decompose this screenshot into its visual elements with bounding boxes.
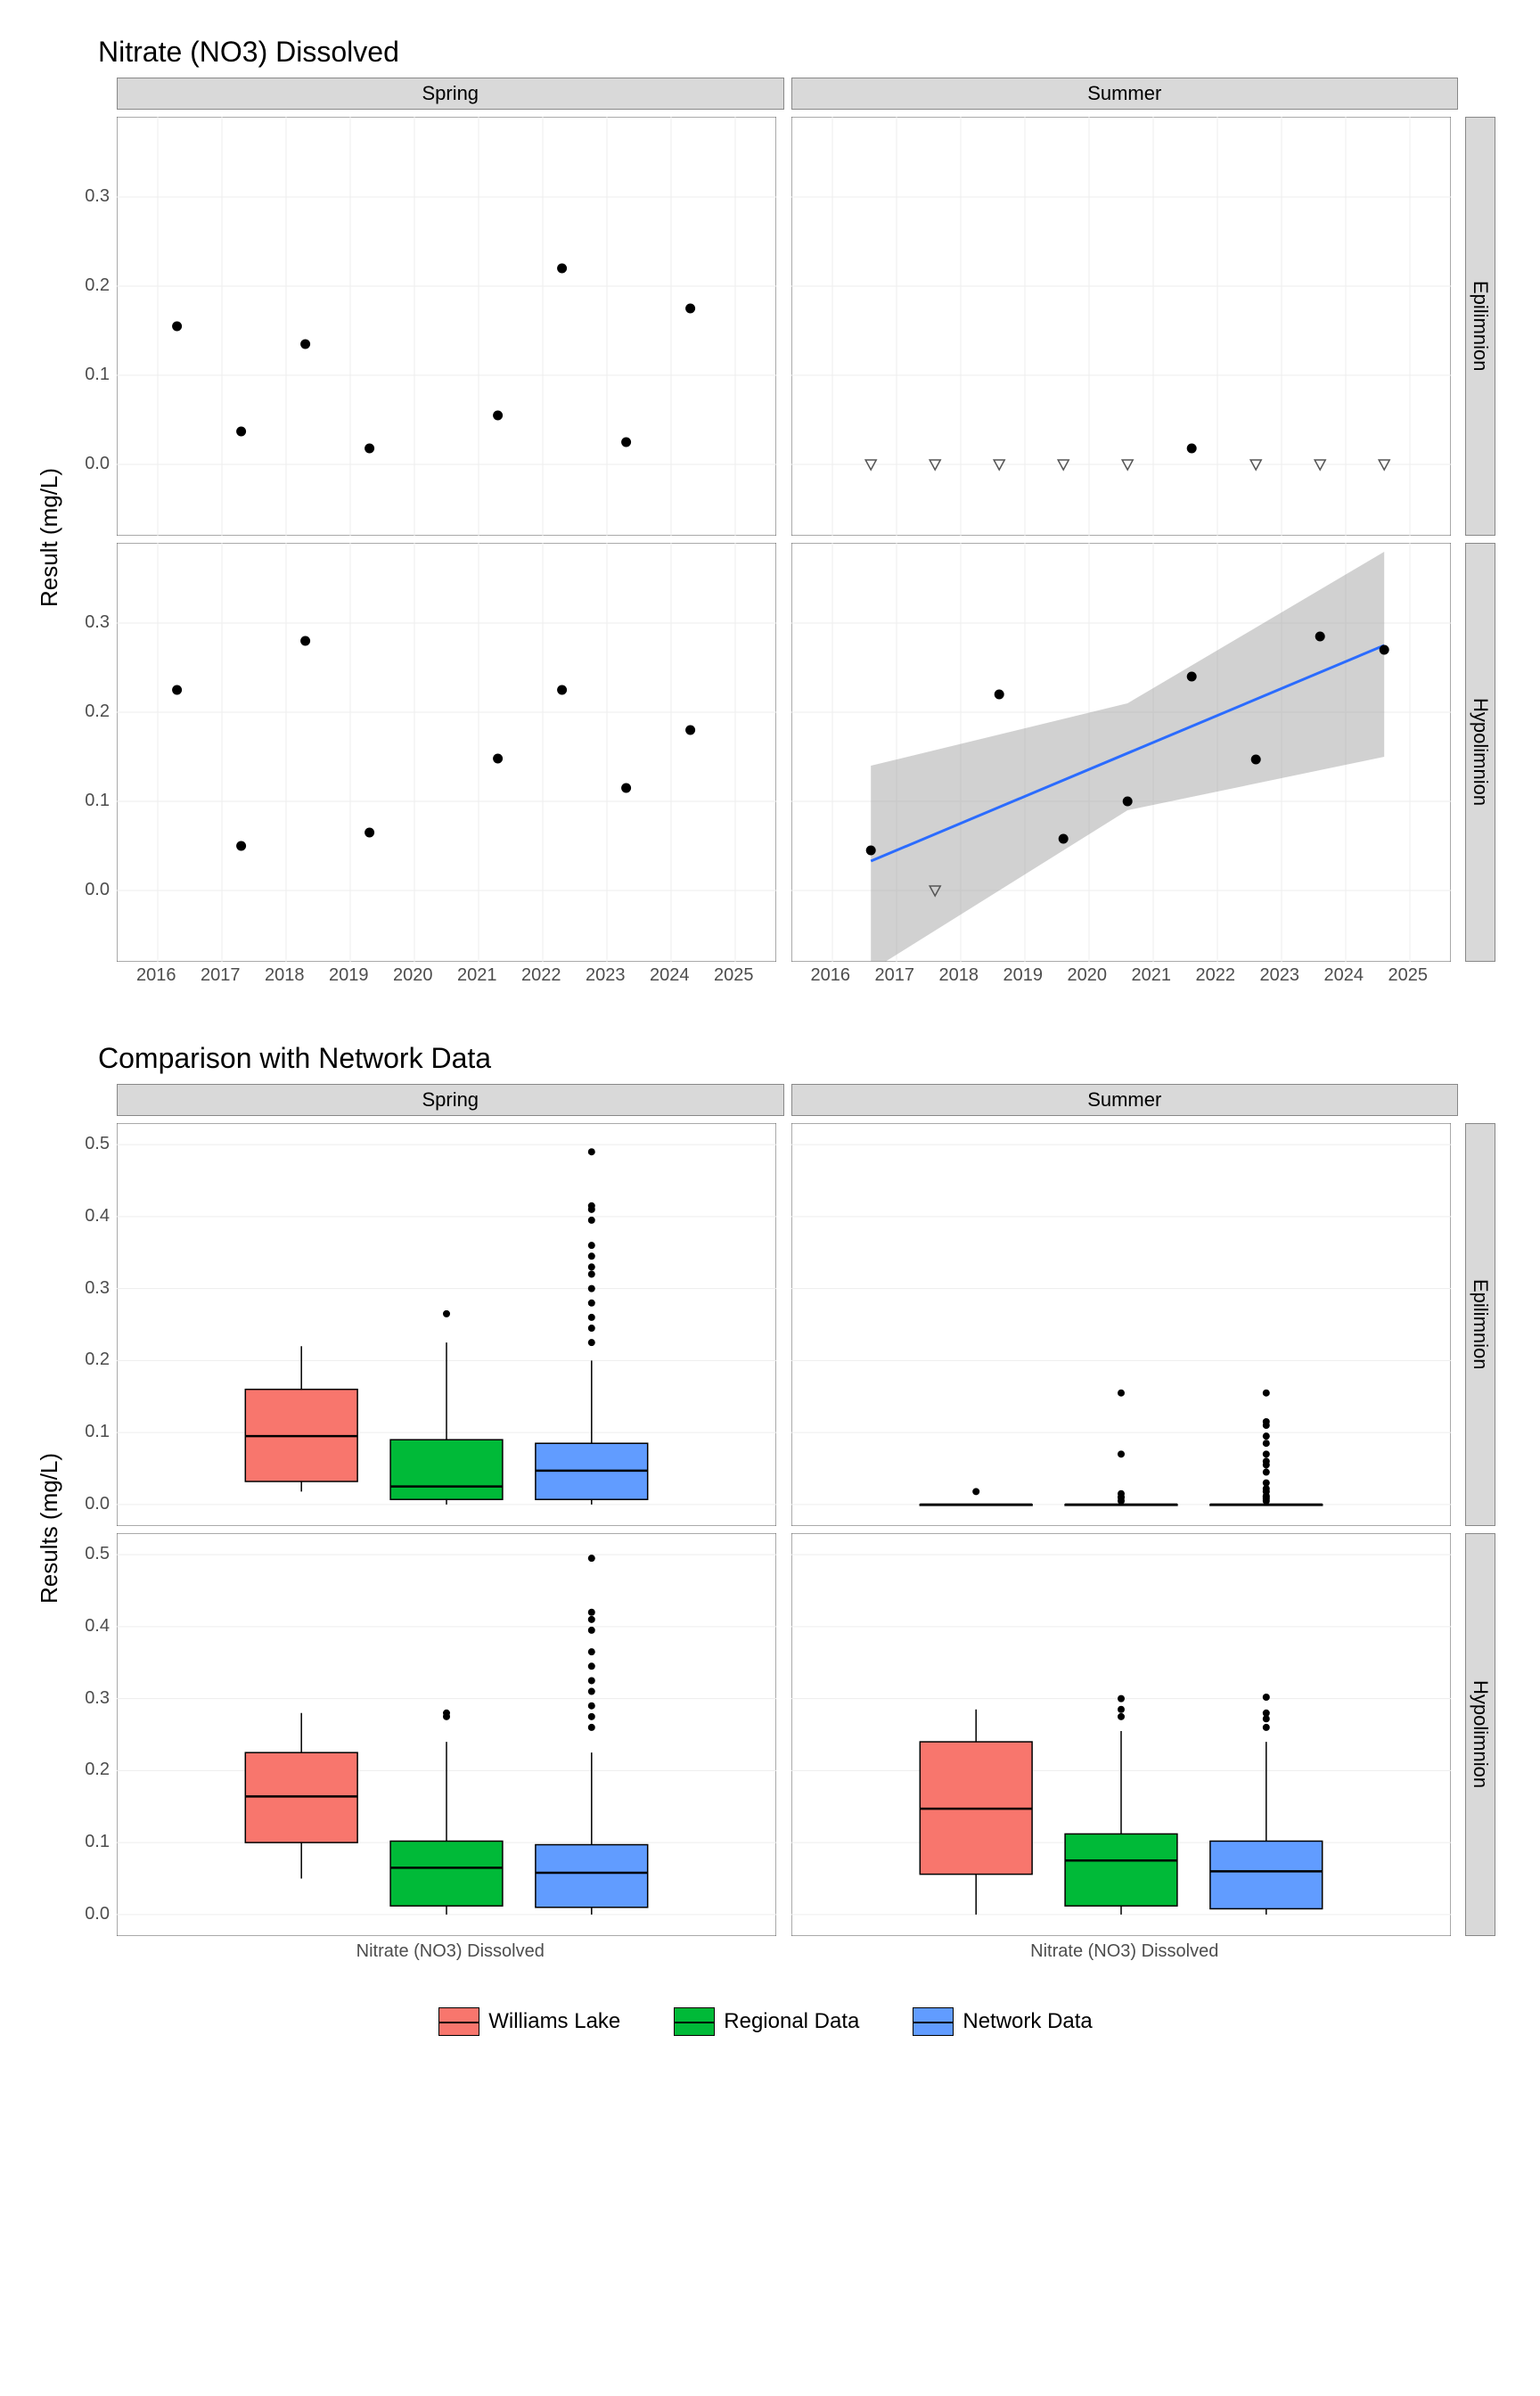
xtick-label: 2020 [1068,965,1108,986]
row-strip: Epilimnion [1465,1123,1495,1526]
ytick-label: 0.3 [85,186,117,207]
col-strip-spring: Spring [117,78,784,110]
ytick-label: 0.1 [85,1422,117,1442]
ytick-label: 0.2 [85,1760,117,1780]
ytick-label: 0.0 [85,454,117,474]
xtick-label: 2016 [811,965,851,986]
scatter-panel [791,543,1451,962]
scatter-title: Nitrate (NO3) Dissolved [98,36,1495,69]
scatter-panel [791,117,1451,536]
xtick-label: 2024 [1324,965,1364,986]
xtick-label: 2017 [201,965,241,986]
xtick-label: 2018 [265,965,305,986]
xtick-label: 2022 [1196,965,1236,986]
legend-item-network: Network Data [913,2007,1092,2036]
legend-item-williams: Williams Lake [438,2007,620,2036]
page-root: Nitrate (NO3) Dissolved Result (mg/L) Sp… [0,0,1540,2396]
xtick-label: 2022 [521,965,561,986]
xtick-label: 2019 [1003,965,1044,986]
xtick-label: 2021 [1132,965,1172,986]
ytick-label: 0.0 [85,1904,117,1924]
legend-item-regional: Regional Data [674,2007,859,2036]
row-strip: Epilimnion [1465,117,1495,536]
xtick-label: 2023 [1260,965,1300,986]
ytick-label: 0.3 [85,612,117,633]
xtick-label: 2018 [939,965,979,986]
box-panel [117,1123,776,1526]
ytick-label: 0.2 [85,275,117,296]
scatter-block: Nitrate (NO3) Dissolved Result (mg/L) Sp… [36,36,1495,997]
box-block: Comparison with Network Data Results (mg… [36,1042,1495,1972]
scatter-ylabel: Result (mg/L) [36,78,63,997]
ytick-label: 0.4 [85,1616,117,1637]
xtick-label: 2024 [650,965,690,986]
ytick-label: 0.0 [85,1494,117,1514]
ytick-label: 0.1 [85,791,117,811]
box-panel [791,1123,1451,1526]
box-ylabel: Results (mg/L) [36,1084,63,1972]
ytick-label: 0.2 [85,1350,117,1370]
col-strip-summer-2: Summer [791,1084,1459,1116]
ytick-label: 0.1 [85,1832,117,1852]
box-panel [791,1533,1451,1936]
xtick-label: 2025 [714,965,754,986]
xtick-label: 2016 [136,965,176,986]
xtick-label: 2021 [457,965,497,986]
row-strip: Hypolimnion [1465,1533,1495,1936]
ytick-label: 0.4 [85,1206,117,1227]
ytick-label: 0.1 [85,365,117,385]
ytick-label: 0.5 [85,1134,117,1154]
box-title: Comparison with Network Data [98,1042,1495,1075]
xtick-label: 2025 [1388,965,1429,986]
ytick-label: 0.3 [85,1278,117,1299]
xtick-label: 2019 [329,965,369,986]
xtick-label: Nitrate (NO3) Dissolved [117,1936,784,1972]
box-panel [117,1533,776,1936]
scatter-panel [117,543,776,962]
col-strip-spring-2: Spring [117,1084,784,1116]
xtick-label: 2020 [393,965,433,986]
ytick-label: 0.5 [85,1544,117,1564]
xtick-label: Nitrate (NO3) Dissolved [791,1936,1459,1972]
ytick-label: 0.2 [85,702,117,722]
xtick-label: 2017 [875,965,915,986]
xtick-label: 2023 [586,965,626,986]
scatter-panel [117,117,776,536]
legend: Williams Lake Regional Data Network Data [36,2007,1495,2036]
ytick-label: 0.0 [85,880,117,900]
col-strip-summer: Summer [791,78,1459,110]
ytick-label: 0.3 [85,1688,117,1709]
row-strip: Hypolimnion [1465,543,1495,962]
